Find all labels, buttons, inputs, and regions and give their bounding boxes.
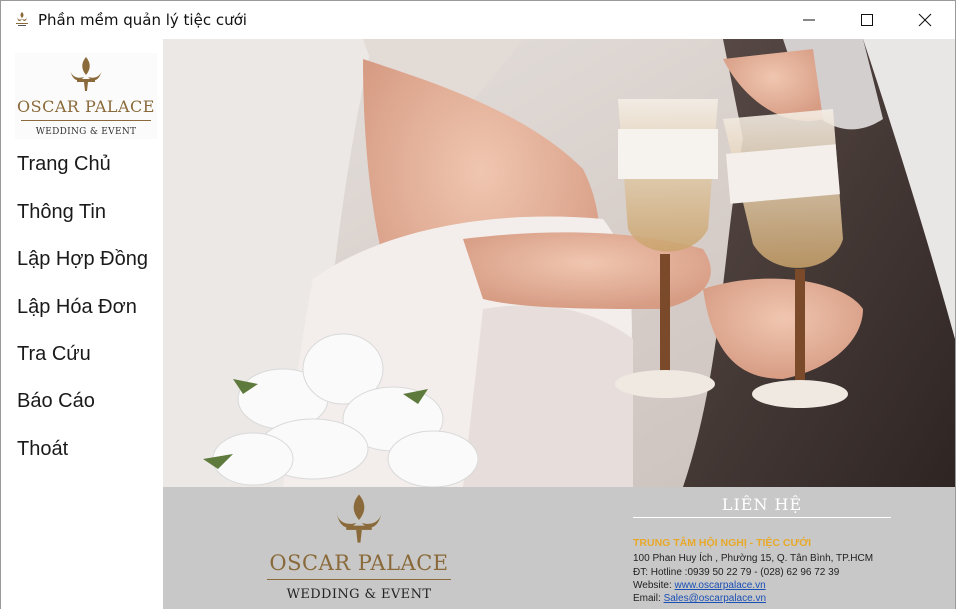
minimize-icon [803, 19, 815, 21]
footer-logo-tagline: WEDDING & EVENT [286, 587, 432, 602]
contact-website-label: Website: [633, 580, 672, 591]
sidebar: OSCAR PALACE WEDDING & EVENT Trang Chủ T… [1, 39, 163, 609]
sidebar-item-lap-hop-dong[interactable]: Lập Hợp Đồng [17, 248, 148, 271]
sidebar-item-lap-hoa-don[interactable]: Lập Hóa Đơn [17, 296, 137, 319]
sidebar-item-trang-chu[interactable]: Trang Chủ [17, 153, 111, 176]
contact-website-row: Website: www.oscarpalace.vn [633, 580, 766, 591]
contact-email-row: Email: Sales@oscarpalace.vn [633, 593, 766, 604]
wedding-photo [163, 39, 955, 487]
fleur-de-lis-icon [336, 494, 382, 543]
minimize-button[interactable] [780, 1, 838, 39]
contact-heading: LIÊN HỆ [721, 495, 803, 514]
contact-address: 100 Phan Huy Ích , Phường 15, Q. Tân Bìn… [633, 553, 874, 564]
contact-block: LIÊN HỆ TRUNG TÂM HỘI NGHỊ - TIỆC CƯỚI 1… [633, 491, 933, 605]
footer-banner: OSCAR PALACE WEDDING & EVENT LIÊN HỆ TRU… [163, 487, 955, 609]
sidebar-logo-tagline: WEDDING & EVENT [35, 127, 137, 137]
title-bar[interactable]: Phần mềm quản lý tiệc cưới [1, 1, 955, 39]
sidebar-item-tra-cuu[interactable]: Tra Cứu [17, 343, 91, 366]
window-title: Phần mềm quản lý tiệc cưới [38, 11, 247, 29]
footer-logo-brand: OSCAR PALACE [269, 551, 449, 575]
website-link[interactable]: www.oscarpalace.vn [675, 580, 766, 591]
close-button[interactable] [896, 1, 954, 39]
email-link[interactable]: Sales@oscarpalace.vn [664, 593, 766, 604]
contact-email-label: Email: [633, 593, 661, 604]
sidebar-logo-brand: OSCAR PALACE [17, 97, 155, 116]
footer-logo: OSCAR PALACE WEDDING & EVENT [263, 491, 455, 603]
contact-hotline: ĐT: Hotline :0939 50 22 79 - (028) 62 96… [633, 567, 840, 578]
sidebar-item-thong-tin[interactable]: Thông Tin [17, 201, 106, 224]
close-icon [918, 13, 932, 27]
sidebar-item-bao-cao[interactable]: Báo Cáo [17, 390, 95, 413]
maximize-button[interactable] [838, 1, 896, 39]
sidebar-logo: OSCAR PALACE WEDDING & EVENT [15, 53, 157, 139]
sidebar-item-thoat[interactable]: Thoát [17, 438, 68, 461]
contact-subheading: TRUNG TÂM HỘI NGHỊ - TIỆC CƯỚI [633, 537, 812, 549]
contact-divider [633, 517, 891, 518]
sidebar-logo-divider [21, 120, 151, 121]
app-window: Phần mềm quản lý tiệc cưới OSCAR PALACE … [0, 0, 956, 609]
app-logo-icon [13, 10, 31, 28]
footer-logo-divider [267, 579, 451, 580]
maximize-icon [861, 14, 873, 26]
fleur-de-lis-icon [70, 57, 102, 91]
